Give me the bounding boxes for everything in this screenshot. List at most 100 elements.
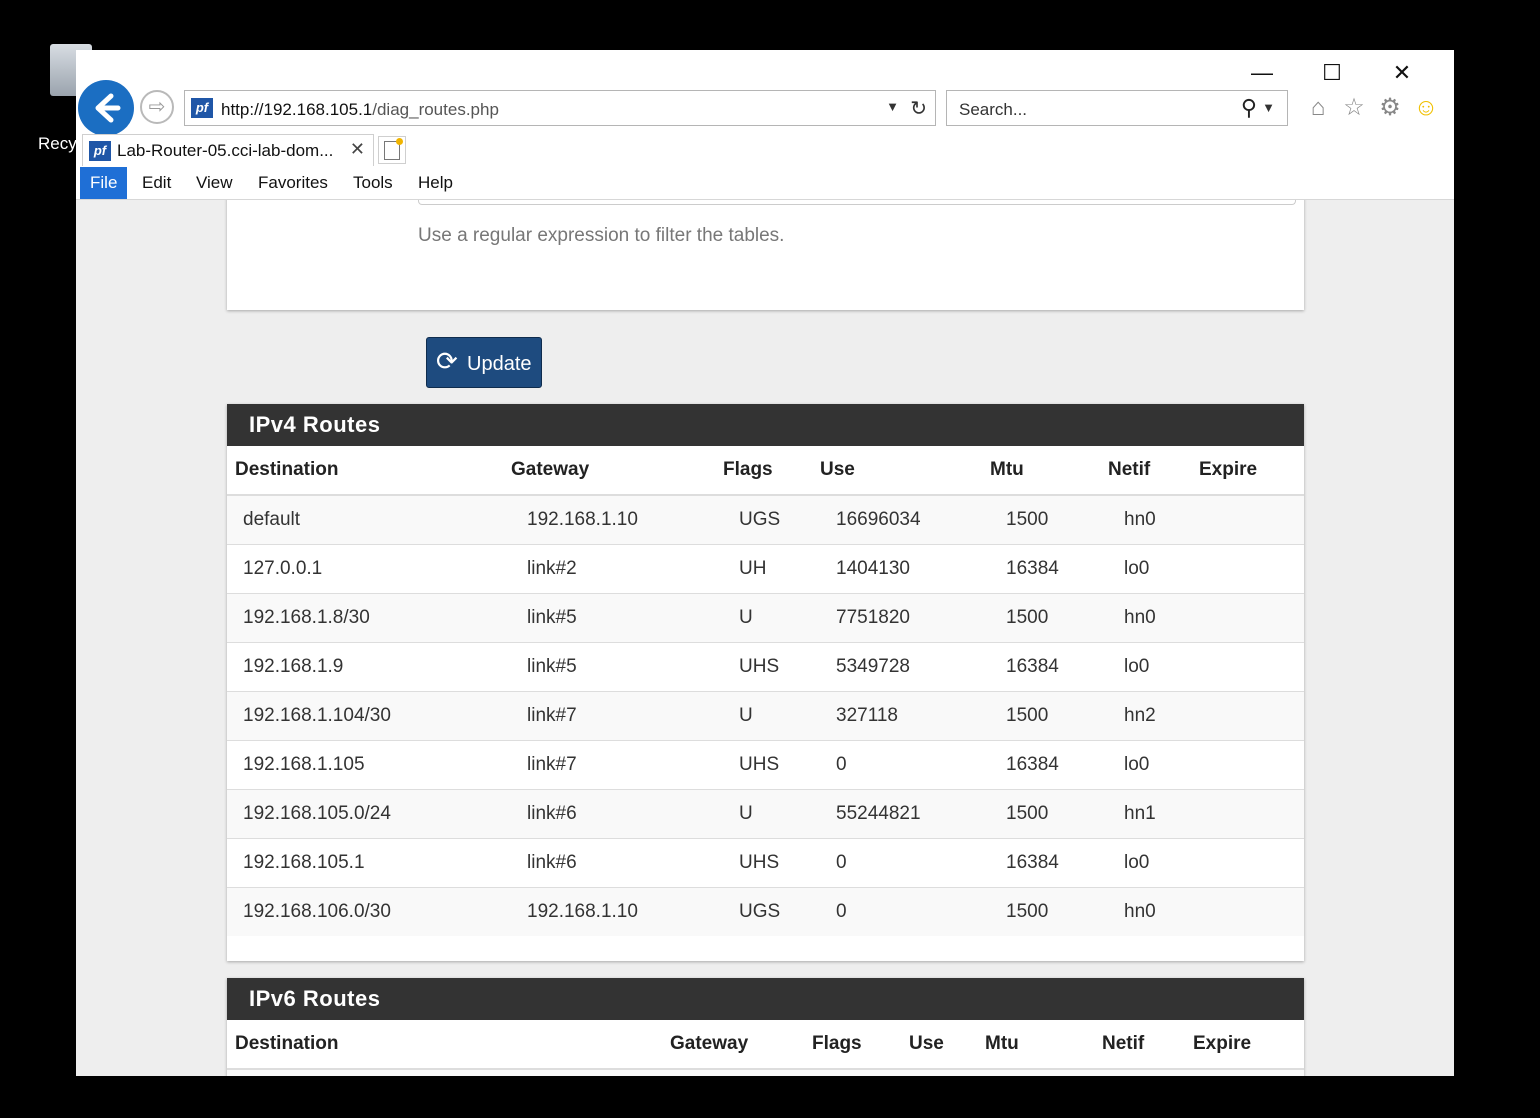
favorites-star-icon[interactable]: ☆ (1340, 94, 1368, 122)
cell-expire (1199, 593, 1304, 643)
cell-destination: 192.168.1.9 (227, 642, 511, 692)
col-netif[interactable]: Netif (1108, 446, 1199, 496)
col-netif[interactable]: Netif (1102, 1020, 1193, 1070)
cell-netif: lo0 (1102, 1068, 1193, 1076)
home-icon[interactable]: ⌂ (1304, 94, 1332, 122)
cell-destination: ::1 (227, 1068, 670, 1076)
table-row: default 192.168.1.10 UGS 16696034 1500 hn0 (227, 494, 1304, 545)
address-dropdown-icon[interactable]: ▼ (886, 99, 899, 114)
cell-use: 0 (820, 838, 990, 888)
col-gateway[interactable]: Gateway (511, 446, 723, 496)
menu-view[interactable]: View (186, 167, 243, 199)
table-row: 192.168.106.0/30 192.168.1.10 UGS 0 1500 hn0 (227, 887, 1304, 936)
menu-edit[interactable]: Edit (132, 167, 181, 199)
cell-flags: UHS (723, 642, 820, 692)
cell-netif: lo0 (1108, 740, 1199, 790)
filter-input[interactable] (418, 200, 1296, 205)
col-mtu[interactable]: Mtu (985, 1020, 1102, 1070)
cell-flags: U (723, 691, 820, 741)
col-gateway[interactable]: Gateway (670, 1020, 812, 1070)
close-button[interactable]: ✕ (1382, 58, 1422, 88)
col-use[interactable]: Use (909, 1020, 985, 1070)
forward-button[interactable]: ⇨ (140, 90, 174, 124)
back-button[interactable] (78, 80, 134, 136)
menu-file[interactable]: File (80, 167, 128, 199)
table-row: 192.168.1.8/30 link#5 U 7751820 1500 hn0 (227, 593, 1304, 643)
cell-expire (1199, 544, 1304, 594)
cell-flags: UH (812, 1068, 909, 1076)
cell-destination: 192.168.1.105 (227, 740, 511, 790)
tab-close-icon[interactable]: ✕ (350, 139, 365, 160)
cell-gateway: link#2 (511, 544, 723, 594)
col-flags[interactable]: Flags (723, 446, 820, 496)
col-destination[interactable]: Destination (227, 446, 511, 496)
minimize-button[interactable]: — (1242, 58, 1282, 88)
ipv6-routes-title: IPv6 Routes (227, 978, 1304, 1020)
ipv6-routes-table: Destination Gateway Flags Use Mtu Netif … (227, 1020, 1304, 1076)
cell-use: 327118 (820, 691, 990, 741)
cell-netif: hn2 (1108, 691, 1199, 741)
cell-use: 55244821 (820, 789, 990, 839)
cell-flags: UGS (723, 494, 820, 545)
cell-expire (1199, 838, 1304, 888)
cell-mtu: 16384 (990, 838, 1108, 888)
col-expire[interactable]: Expire (1199, 446, 1304, 496)
cell-expire (1199, 642, 1304, 692)
new-tab-button[interactable] (378, 136, 406, 164)
cell-mtu: 1500 (990, 887, 1108, 936)
update-button-label: Update (467, 353, 532, 375)
menu-favorites[interactable]: Favorites (248, 167, 338, 199)
col-destination[interactable]: Destination (227, 1020, 670, 1070)
cell-gateway: link#6 (511, 789, 723, 839)
col-mtu[interactable]: Mtu (990, 446, 1108, 496)
menu-tools[interactable]: Tools (343, 167, 403, 199)
ipv6-routes-panel: IPv6 Routes Destination Gateway Flags Us… (227, 978, 1304, 1076)
col-flags[interactable]: Flags (812, 1020, 909, 1070)
cell-destination: 192.168.1.104/30 (227, 691, 511, 741)
cell-expire (1199, 887, 1304, 936)
desktop-icon-label: Recy (38, 134, 77, 153)
browser-window: — ☐ ✕ ⇨ pf http://192.168.105.1/diag_rou… (76, 50, 1454, 1076)
page-content: Use a regular expression to filter the t… (76, 200, 1454, 1076)
col-use[interactable]: Use (820, 446, 990, 496)
cell-flags: UH (723, 544, 820, 594)
cell-expire (1199, 789, 1304, 839)
cell-netif: lo0 (1108, 642, 1199, 692)
refresh-icon[interactable]: ↻ (910, 96, 927, 121)
search-input[interactable]: Search... (959, 100, 1027, 120)
update-button[interactable]: ⟳ Update (426, 337, 542, 388)
cell-use: 0 (909, 1068, 985, 1076)
cell-mtu: 16384 (985, 1068, 1102, 1076)
search-box[interactable]: Search... ⚲ ▼ (946, 90, 1288, 126)
cell-gateway: link#2 (670, 1068, 812, 1076)
url-host: http://192.168.105.1 (221, 100, 373, 119)
filter-help-text: Use a regular expression to filter the t… (418, 225, 785, 246)
url-path: /diag_routes.php (372, 100, 499, 119)
search-icon[interactable]: ⚲ (1241, 95, 1257, 121)
maximize-button[interactable]: ☐ (1312, 58, 1352, 88)
cell-gateway: link#7 (511, 740, 723, 790)
browser-tab[interactable]: pf Lab-Router-05.cci-lab-dom... ✕ (82, 134, 374, 166)
cell-use: 0 (820, 740, 990, 790)
table-row: 192.168.1.104/30 link#7 U 327118 1500 hn2 (227, 691, 1304, 741)
gear-icon[interactable]: ⚙ (1376, 94, 1404, 122)
address-bar[interactable]: pf http://192.168.105.1/diag_routes.php … (184, 90, 936, 126)
cell-mtu: 16384 (990, 544, 1108, 594)
address-url[interactable]: http://192.168.105.1/diag_routes.php (221, 100, 499, 120)
arrow-left-icon (95, 93, 121, 123)
ipv4-routes-panel: IPv4 Routes Destination Gateway Flags Us… (227, 404, 1304, 961)
col-expire[interactable]: Expire (1193, 1020, 1304, 1070)
table-row: 192.168.1.105 link#7 UHS 0 16384 lo0 (227, 740, 1304, 790)
table-row: ::1link#2UH016384lo0 (227, 1068, 1304, 1076)
search-dropdown-icon[interactable]: ▼ (1262, 100, 1275, 115)
cell-mtu: 16384 (990, 642, 1108, 692)
menu-help[interactable]: Help (408, 167, 463, 199)
table-header-row: Destination Gateway Flags Use Mtu Netif … (227, 1020, 1304, 1070)
tab-favicon-icon: pf (89, 141, 111, 161)
cell-netif: hn0 (1108, 494, 1199, 545)
cell-use: 16696034 (820, 494, 990, 545)
feedback-smiley-icon[interactable]: ☺ (1412, 94, 1440, 122)
cell-gateway: link#5 (511, 593, 723, 643)
cell-use: 0 (820, 887, 990, 936)
cell-destination: 192.168.105.1 (227, 838, 511, 888)
